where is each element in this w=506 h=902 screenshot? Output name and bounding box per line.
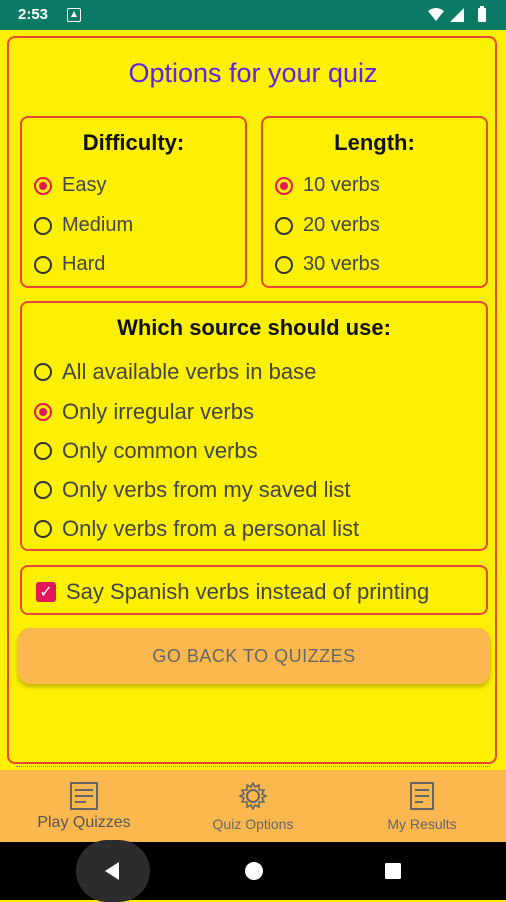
radio-label: Only irregular verbs xyxy=(62,399,254,424)
system-nav-bar xyxy=(0,840,506,902)
status-time: 2:53 xyxy=(18,6,49,23)
radio-20-verbs[interactable]: 20 verbs xyxy=(275,214,380,237)
radio-label: Hard xyxy=(62,253,106,275)
radio-label: Medium xyxy=(62,214,134,236)
radio-button[interactable] xyxy=(34,176,52,195)
status-icons xyxy=(428,6,486,22)
nav-label: My Results xyxy=(387,816,457,832)
radio-button[interactable] xyxy=(34,481,52,499)
radio-button[interactable] xyxy=(275,176,293,195)
bottom-navigation: Play Quizzes Quiz Options My Results xyxy=(0,770,506,842)
difficulty-title: Difficulty: xyxy=(82,130,185,155)
nav-my-results[interactable]: My Results xyxy=(338,770,506,842)
radio-button[interactable] xyxy=(34,216,52,235)
radio-button[interactable] xyxy=(34,442,52,460)
radio-common-verbs[interactable]: Only common verbs xyxy=(34,438,258,464)
notification-icon xyxy=(67,8,81,22)
radio-label: 30 verbs xyxy=(303,253,380,275)
nav-label: Quiz Options xyxy=(212,816,294,832)
home-icon[interactable] xyxy=(243,860,265,882)
radio-medium[interactable]: Medium xyxy=(34,214,133,237)
status-bar: 2:53 xyxy=(0,0,506,30)
recents-icon[interactable] xyxy=(383,861,403,881)
radio-irregular-verbs[interactable]: Only irregular verbs xyxy=(34,399,254,425)
radio-10-verbs[interactable]: 10 verbs xyxy=(275,174,380,197)
radio-button[interactable] xyxy=(275,255,293,274)
radio-button[interactable] xyxy=(275,216,293,235)
nav-quiz-options[interactable]: Quiz Options xyxy=(169,770,337,842)
radio-easy[interactable]: Easy xyxy=(34,174,106,197)
radio-label: Only verbs from my saved list xyxy=(62,477,351,502)
radio-30-verbs[interactable]: 30 verbs xyxy=(275,253,380,276)
checkbox[interactable]: ✓ xyxy=(36,582,56,602)
difficulty-box: Difficulty: Easy Medium Hard xyxy=(20,116,247,288)
signal-icon xyxy=(450,8,464,22)
radio-button[interactable] xyxy=(34,403,52,421)
radio-label: 10 verbs xyxy=(303,174,380,196)
source-box: Which source should use: All available v… xyxy=(20,301,488,551)
length-box: Length: 10 verbs 20 verbs 30 verbs xyxy=(261,116,488,288)
radio-button[interactable] xyxy=(34,255,52,274)
radio-label: Easy xyxy=(62,174,107,196)
say-spanish-option[interactable]: ✓ Say Spanish verbs instead of printing xyxy=(20,565,488,615)
page-title: Options for your quiz xyxy=(128,58,378,88)
back-icon[interactable] xyxy=(101,860,123,882)
wifi-icon xyxy=(428,8,444,21)
radio-label: All available verbs in base xyxy=(62,359,317,384)
radio-label: Only verbs from a personal list xyxy=(62,516,360,541)
radio-button[interactable] xyxy=(34,520,52,538)
quiz-icon xyxy=(70,782,98,810)
checkbox-label: Say Spanish verbs instead of printing xyxy=(66,579,430,604)
radio-button[interactable] xyxy=(34,363,52,381)
radio-personal-list[interactable]: Only verbs from a personal list xyxy=(34,516,359,542)
results-icon xyxy=(410,782,434,810)
nav-play-quizzes[interactable]: Play Quizzes xyxy=(0,770,168,842)
radio-label: 20 verbs xyxy=(303,214,380,236)
radio-hard[interactable]: Hard xyxy=(34,253,105,276)
go-back-button[interactable]: GO BACK TO QUIZZES xyxy=(18,628,490,684)
radio-label: Only common verbs xyxy=(62,438,258,463)
radio-saved-list[interactable]: Only verbs from my saved list xyxy=(34,477,351,503)
gear-icon xyxy=(238,781,268,811)
length-title: Length: xyxy=(334,130,415,155)
radio-all-verbs[interactable]: All available verbs in base xyxy=(34,359,316,385)
nav-label: Play Quizzes xyxy=(37,814,131,831)
battery-icon xyxy=(478,8,486,22)
source-title: Which source should use: xyxy=(117,315,391,340)
